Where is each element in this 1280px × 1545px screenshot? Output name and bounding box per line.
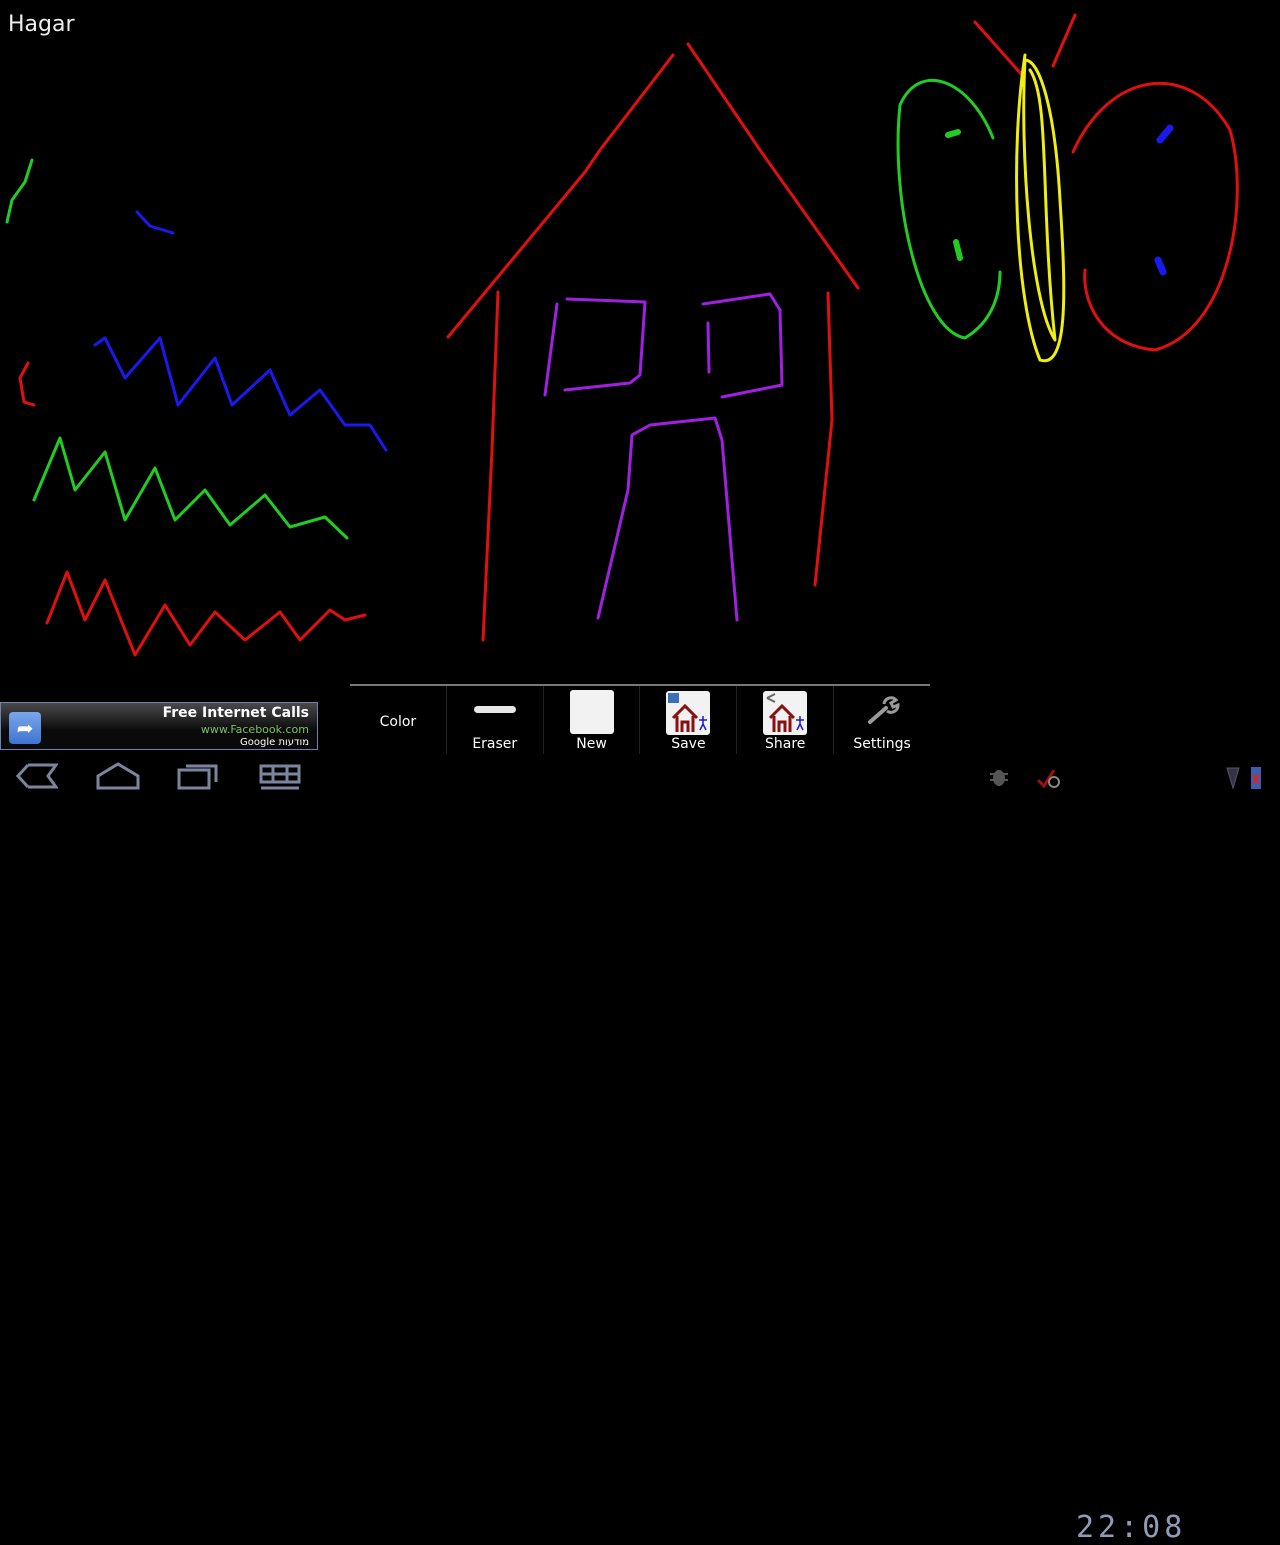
drawing-canvas[interactable] — [0, 0, 1280, 752]
house-windows-door — [543, 292, 784, 622]
eraser-label: Eraser — [472, 736, 518, 752]
eraser-icon — [473, 706, 516, 713]
save-drawing-icon — [666, 691, 711, 735]
butterfly — [896, 13, 1239, 363]
share-label: Share — [765, 736, 806, 752]
house-roof — [446, 42, 860, 642]
settings-button[interactable]: Settings — [834, 686, 930, 754]
ad-attribution: Google מודעות — [240, 737, 309, 748]
drawing-title: Hagar — [8, 12, 75, 37]
new-button[interactable]: New — [544, 686, 641, 754]
save-button[interactable]: Save — [640, 686, 738, 754]
ad-url[interactable]: www.Facebook.com — [201, 723, 309, 736]
color-label: Color — [379, 714, 417, 730]
battery-icon — [1251, 767, 1261, 789]
signal-icon — [1226, 767, 1240, 790]
save-label: Save — [671, 736, 706, 752]
settings-label: Settings — [853, 736, 911, 752]
system-bar: 22:08 — [0, 752, 1280, 1545]
wrench-icon — [868, 696, 900, 724]
clock[interactable]: 22:08 — [1076, 1510, 1186, 1545]
all-apps-icon[interactable] — [258, 762, 302, 790]
new-page-icon — [569, 690, 614, 734]
toolbar: Color Eraser New Save Share Settings — [350, 684, 930, 754]
debug-icon — [990, 770, 1008, 786]
eraser-button[interactable]: Eraser — [447, 686, 544, 754]
new-label: New — [576, 736, 607, 752]
share-button[interactable]: Share — [737, 686, 835, 754]
back-icon[interactable] — [14, 762, 58, 790]
recent-apps-icon[interactable] — [176, 762, 220, 790]
color-button[interactable]: Color — [350, 686, 447, 754]
share-arrow-icon[interactable]: ➦ — [9, 712, 41, 744]
ad-banner[interactable]: ➦ Free Internet Calls www.Facebook.com G… — [0, 702, 318, 750]
home-icon[interactable] — [96, 762, 140, 790]
share-drawing-icon — [763, 691, 808, 735]
scribbles — [5, 158, 388, 657]
ad-headline: Free Internet Calls — [162, 705, 309, 721]
no-sd-icon — [1036, 769, 1060, 788]
